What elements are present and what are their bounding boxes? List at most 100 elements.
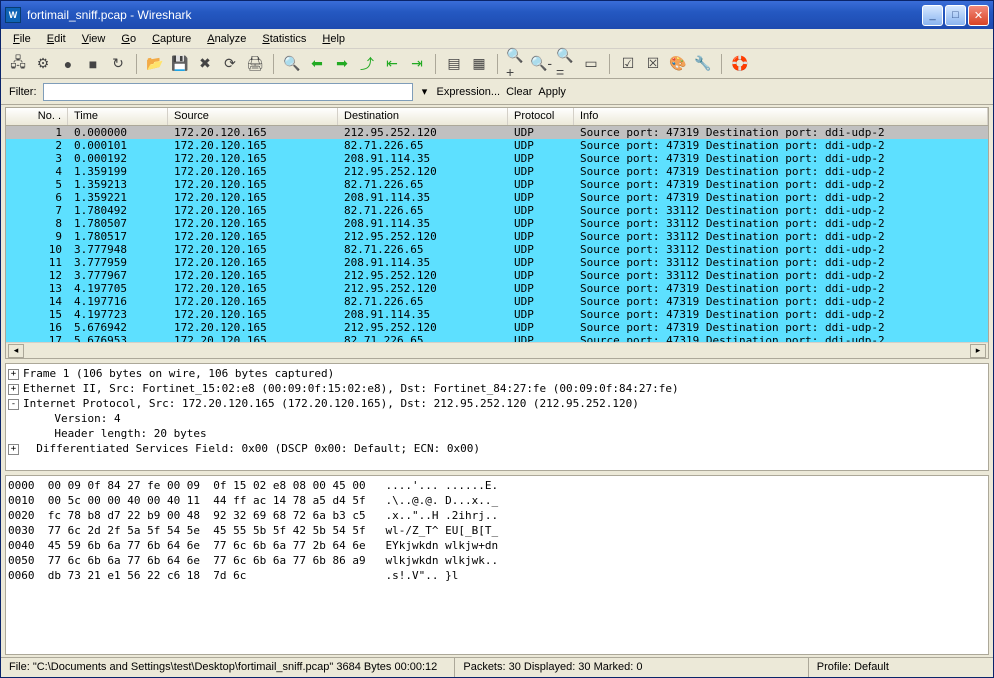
- packet-row[interactable]: 144.197716172.20.120.16582.71.226.65UDPS…: [6, 295, 988, 308]
- stop-icon[interactable]: ■: [82, 53, 104, 75]
- reload-icon[interactable]: ⟳: [219, 53, 241, 75]
- restart-icon[interactable]: ↻: [107, 53, 129, 75]
- scroll-right-icon[interactable]: ▸: [970, 344, 986, 358]
- display-filter-icon[interactable]: ☒: [642, 53, 664, 75]
- scroll-left-icon[interactable]: ◂: [8, 344, 24, 358]
- packet-row[interactable]: 41.359199172.20.120.165212.95.252.120UDP…: [6, 165, 988, 178]
- col-info[interactable]: Info: [574, 108, 988, 125]
- goto-icon[interactable]: ⤴: [356, 53, 378, 75]
- expand-icon[interactable]: +: [8, 444, 19, 455]
- interfaces-icon[interactable]: 🖧: [7, 53, 29, 75]
- coloring-rules-icon[interactable]: 🎨: [667, 53, 689, 75]
- prefs-icon[interactable]: 🔧: [692, 53, 714, 75]
- capture-filter-icon[interactable]: ☑: [617, 53, 639, 75]
- last-icon[interactable]: ⇥: [406, 53, 428, 75]
- apply-button[interactable]: Apply: [538, 86, 566, 98]
- col-time[interactable]: Time: [68, 108, 168, 125]
- titlebar: W fortimail_sniff.pcap - Wireshark _ □ ✕: [1, 1, 993, 29]
- menu-file[interactable]: File: [5, 31, 39, 47]
- options-icon[interactable]: ⚙: [32, 53, 54, 75]
- help-icon[interactable]: 🛟: [729, 53, 751, 75]
- separator-icon: [609, 54, 610, 74]
- tree-item[interactable]: Header length: 20 bytes: [8, 426, 986, 441]
- packet-row[interactable]: 103.777948172.20.120.16582.71.226.65UDPS…: [6, 243, 988, 256]
- status-packets: Packets: 30 Displayed: 30 Marked: 0: [455, 658, 808, 677]
- col-source[interactable]: Source: [168, 108, 338, 125]
- expression-button[interactable]: Expression...: [437, 86, 501, 98]
- packet-row[interactable]: 134.197705172.20.120.165212.95.252.120UD…: [6, 282, 988, 295]
- menu-edit[interactable]: Edit: [39, 31, 74, 47]
- open-icon[interactable]: 📂: [144, 53, 166, 75]
- horizontal-scrollbar[interactable]: ◂ ▸: [6, 342, 988, 358]
- packet-row[interactable]: 61.359221172.20.120.165208.91.114.35UDPS…: [6, 191, 988, 204]
- packet-bytes-pane[interactable]: 0000 00 09 0f 84 27 fe 00 09 0f 15 02 e8…: [5, 475, 989, 655]
- packet-row[interactable]: 51.359213172.20.120.16582.71.226.65UDPSo…: [6, 178, 988, 191]
- zoom-out-icon[interactable]: 🔍-: [530, 53, 552, 75]
- packet-row[interactable]: 154.197723172.20.120.165208.91.114.35UDP…: [6, 308, 988, 321]
- menu-view[interactable]: View: [74, 31, 114, 47]
- packet-row[interactable]: 30.000192172.20.120.165208.91.114.35UDPS…: [6, 152, 988, 165]
- separator-icon: [136, 54, 137, 74]
- tree-item[interactable]: +Frame 1 (106 bytes on wire, 106 bytes c…: [8, 366, 986, 381]
- status-file: File: "C:\Documents and Settings\test\De…: [1, 658, 455, 677]
- packet-row[interactable]: 175.676953172.20.120.16582.71.226.65UDPS…: [6, 334, 988, 342]
- packet-row[interactable]: 113.777959172.20.120.165208.91.114.35UDP…: [6, 256, 988, 269]
- col-destination[interactable]: Destination: [338, 108, 508, 125]
- packet-row[interactable]: 123.777967172.20.120.165212.95.252.120UD…: [6, 269, 988, 282]
- maximize-button[interactable]: □: [945, 5, 966, 26]
- expand-icon[interactable]: +: [8, 384, 19, 395]
- menu-help[interactable]: Help: [314, 31, 353, 47]
- status-profile: Profile: Default: [809, 658, 993, 677]
- back-icon[interactable]: ⬅: [306, 53, 328, 75]
- separator-icon: [497, 54, 498, 74]
- separator-icon: [435, 54, 436, 74]
- tree-item[interactable]: -Internet Protocol, Src: 172.20.120.165 …: [8, 396, 986, 411]
- statusbar: File: "C:\Documents and Settings\test\De…: [1, 657, 993, 677]
- menubar: FileEditViewGoCaptureAnalyzeStatisticsHe…: [1, 29, 993, 49]
- resize-cols-icon[interactable]: ▭: [580, 53, 602, 75]
- find-icon[interactable]: 🔍: [281, 53, 303, 75]
- col-protocol[interactable]: Protocol: [508, 108, 574, 125]
- packet-details-pane[interactable]: +Frame 1 (106 bytes on wire, 106 bytes c…: [5, 363, 989, 471]
- tree-item[interactable]: +Ethernet II, Src: Fortinet_15:02:e8 (00…: [8, 381, 986, 396]
- window-title: fortimail_sniff.pcap - Wireshark: [27, 8, 920, 22]
- expand-icon[interactable]: +: [8, 369, 19, 380]
- save-icon[interactable]: 💾: [169, 53, 191, 75]
- filter-label: Filter:: [9, 86, 37, 98]
- packet-row[interactable]: 81.780507172.20.120.165208.91.114.35UDPS…: [6, 217, 988, 230]
- colorize-icon[interactable]: ▤: [443, 53, 465, 75]
- menu-analyze[interactable]: Analyze: [199, 31, 254, 47]
- menu-capture[interactable]: Capture: [144, 31, 199, 47]
- print-icon[interactable]: 🖨: [244, 53, 266, 75]
- forward-icon[interactable]: ➡: [331, 53, 353, 75]
- packet-row[interactable]: 71.780492172.20.120.16582.71.226.65UDPSo…: [6, 204, 988, 217]
- col-no[interactable]: No. .: [6, 108, 68, 125]
- packet-list-body[interactable]: 10.000000172.20.120.165212.95.252.120UDP…: [6, 126, 988, 342]
- close-file-icon[interactable]: ✖: [194, 53, 216, 75]
- packet-row[interactable]: 20.000101172.20.120.16582.71.226.65UDPSo…: [6, 139, 988, 152]
- clear-button[interactable]: Clear: [506, 86, 532, 98]
- toolbar: 🖧 ⚙ ● ■ ↻ 📂 💾 ✖ ⟳ 🖨 🔍 ⬅ ➡ ⤴ ⇤ ⇥ ▤ ▦ 🔍+ 🔍…: [1, 49, 993, 79]
- filter-input[interactable]: [43, 83, 413, 101]
- packet-row[interactable]: 91.780517172.20.120.165212.95.252.120UDP…: [6, 230, 988, 243]
- menu-statistics[interactable]: Statistics: [254, 31, 314, 47]
- minimize-button[interactable]: _: [922, 5, 943, 26]
- separator-icon: [273, 54, 274, 74]
- expand-icon[interactable]: -: [8, 399, 19, 410]
- hex-line: 0020 fc 78 b8 d7 22 b9 00 48 92 32 69 68…: [8, 508, 986, 523]
- zoom-in-icon[interactable]: 🔍+: [505, 53, 527, 75]
- filter-dropdown-icon[interactable]: ▾: [419, 85, 431, 98]
- start-icon[interactable]: ●: [57, 53, 79, 75]
- packet-row[interactable]: 165.676942172.20.120.165212.95.252.120UD…: [6, 321, 988, 334]
- tree-item[interactable]: Version: 4: [8, 411, 986, 426]
- close-button[interactable]: ✕: [968, 5, 989, 26]
- tree-item[interactable]: + Differentiated Services Field: 0x00 (D…: [8, 441, 986, 456]
- hex-line: 0000 00 09 0f 84 27 fe 00 09 0f 15 02 e8…: [8, 478, 986, 493]
- zoom-100-icon[interactable]: 🔍=: [555, 53, 577, 75]
- menu-go[interactable]: Go: [113, 31, 144, 47]
- packet-row[interactable]: 10.000000172.20.120.165212.95.252.120UDP…: [6, 126, 988, 139]
- hex-line: 0050 77 6c 6b 6a 77 6b 64 6e 77 6c 6b 6a…: [8, 553, 986, 568]
- first-icon[interactable]: ⇤: [381, 53, 403, 75]
- app-window: W fortimail_sniff.pcap - Wireshark _ □ ✕…: [0, 0, 994, 678]
- autoscroll-icon[interactable]: ▦: [468, 53, 490, 75]
